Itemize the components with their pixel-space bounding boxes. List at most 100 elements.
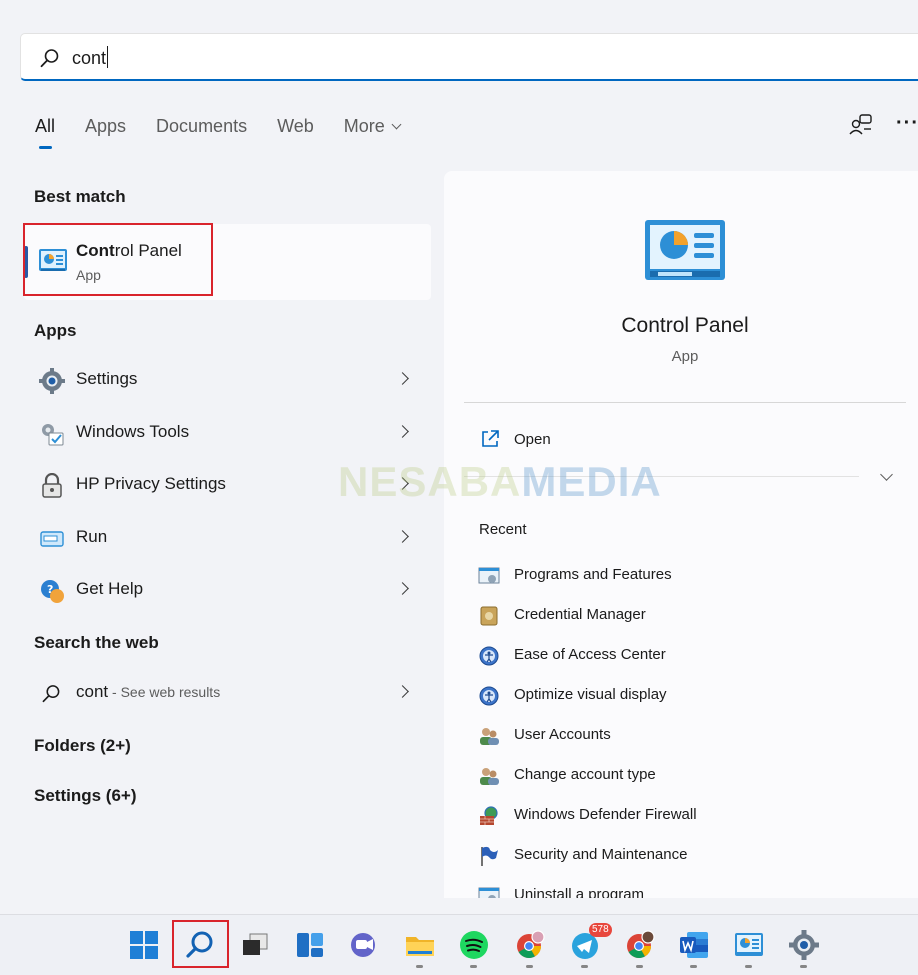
taskbar: 578 (0, 914, 918, 975)
settings-taskbar-button[interactable] (782, 923, 826, 968)
chrome-profile-1-button[interactable] (508, 923, 552, 968)
app-result-label: HP Privacy Settings (76, 474, 226, 493)
recent-item-windows-defender-firewall[interactable]: Windows Defender Firewall (478, 803, 878, 829)
control-panel-large-icon (645, 220, 725, 280)
ease-of-access-icon (479, 646, 499, 666)
task-view-icon (243, 933, 268, 955)
detail-subtitle: App (671, 348, 699, 365)
svg-text:?: ? (47, 583, 53, 596)
chevron-right-icon[interactable] (396, 530, 409, 543)
windows-logo-icon (130, 931, 158, 959)
chrome-icon (517, 930, 545, 959)
recent-item-label: Programs and Features (514, 566, 672, 583)
task-view-button[interactable] (233, 923, 277, 967)
tab-documents[interactable]: Documents (156, 116, 247, 137)
tab-apps[interactable]: Apps (85, 116, 126, 137)
chevron-right-icon[interactable] (396, 582, 409, 595)
chevron-right-icon[interactable] (396, 425, 409, 438)
chevron-down-icon[interactable] (880, 468, 893, 481)
more-options-button[interactable]: ··· (896, 112, 918, 135)
word-button[interactable] (672, 923, 716, 968)
web-results-suffix: - See web results (108, 684, 221, 700)
tab-web[interactable]: Web (277, 116, 314, 137)
text-caret (107, 46, 109, 68)
settings-heading[interactable]: Settings (6+) (34, 786, 137, 806)
start-button[interactable] (122, 923, 166, 967)
windows-tools-icon (42, 424, 64, 446)
search-box[interactable]: cont (20, 33, 918, 81)
divider (464, 402, 906, 403)
firewall-icon (480, 806, 498, 825)
chevron-right-icon[interactable] (396, 372, 409, 385)
chat-icon (351, 933, 375, 957)
recent-item-label: Ease of Access Center (514, 646, 666, 663)
app-result-label: Settings (76, 369, 138, 388)
spotify-icon (460, 931, 488, 959)
running-indicator (745, 965, 752, 968)
watermark-part-2: MEDIA (521, 458, 662, 505)
recent-item-label: Credential Manager (514, 606, 646, 623)
widgets-button[interactable] (288, 923, 332, 967)
search-icon (42, 685, 60, 703)
recent-item-label: Uninstall a program (514, 886, 645, 898)
search-query-text: cont (72, 48, 107, 68)
share-device-icon[interactable] (848, 112, 874, 138)
recent-item-ease-of-access-center[interactable]: Ease of Access Center (478, 643, 878, 669)
notification-badge: 578 (589, 923, 612, 937)
chevron-right-icon[interactable] (396, 685, 409, 698)
nesabamedia-watermark: NESABAMEDIA (338, 458, 662, 506)
app-result-get-help[interactable]: ? Get Help (24, 568, 431, 612)
file-explorer-button[interactable] (398, 923, 442, 968)
watermark-part-1: NESABA (338, 458, 522, 505)
programs-features-icon (478, 567, 500, 584)
user-accounts-icon (480, 768, 499, 785)
search-web-heading: Search the web (34, 633, 159, 652)
control-panel-taskbar-button[interactable] (727, 923, 771, 968)
tab-more[interactable]: More (344, 116, 402, 137)
tab-all[interactable]: All (35, 116, 55, 149)
app-result-settings[interactable]: Settings (24, 358, 431, 402)
recent-item-security-and-maintenance[interactable]: Security and Maintenance (478, 843, 878, 869)
recent-item-optimize-visual-display[interactable]: Optimize visual display (478, 683, 878, 709)
recent-item-credential-manager[interactable]: Credential Manager (478, 603, 878, 629)
credential-manager-icon (480, 606, 498, 626)
recent-item-label: Change account type (514, 766, 656, 783)
open-external-icon (482, 430, 499, 447)
red-annotation-box (23, 223, 213, 296)
open-label: Open (514, 431, 551, 448)
recent-item-label: Optimize visual display (514, 686, 667, 703)
web-query-text: cont (76, 682, 109, 701)
folders-heading[interactable]: Folders (2+) (34, 736, 131, 756)
search-icon (40, 49, 59, 68)
user-accounts-icon (480, 728, 499, 745)
recent-item-label: Windows Defender Firewall (514, 806, 697, 823)
app-result-label: Get Help (76, 579, 144, 598)
recent-item-change-account-type[interactable]: Change account type (478, 763, 878, 789)
running-indicator (470, 965, 477, 968)
running-indicator (416, 965, 423, 968)
chrome-icon (627, 930, 655, 959)
web-result-label: cont - See web results (76, 682, 220, 702)
apps-heading: Apps (34, 321, 77, 340)
telegram-button[interactable]: 578 (563, 923, 612, 968)
spotify-button[interactable] (452, 923, 496, 968)
running-indicator (800, 965, 807, 968)
app-result-label: Run (76, 527, 108, 546)
chrome-profile-2-button[interactable] (618, 923, 662, 968)
get-help-icon: ? (41, 580, 64, 603)
recent-item-uninstall-a-program[interactable]: Uninstall a program (478, 883, 878, 898)
hp-privacy-lock-icon (42, 473, 62, 498)
recent-item-programs-and-features[interactable]: Programs and Features (478, 563, 878, 589)
running-indicator (636, 965, 643, 968)
search-input[interactable]: cont (72, 46, 109, 69)
recent-item-user-accounts[interactable]: User Accounts (478, 723, 878, 749)
settings-gear-icon (789, 930, 819, 960)
detail-title: Control Panel (621, 314, 749, 337)
web-result[interactable]: cont - See web results (24, 671, 431, 715)
app-result-run[interactable]: Run (24, 516, 431, 560)
running-indicator (581, 965, 588, 968)
chat-button[interactable] (342, 923, 386, 967)
word-icon (680, 932, 708, 958)
app-result-windows-tools[interactable]: Windows Tools (24, 411, 431, 455)
ease-of-access-icon (479, 686, 499, 706)
